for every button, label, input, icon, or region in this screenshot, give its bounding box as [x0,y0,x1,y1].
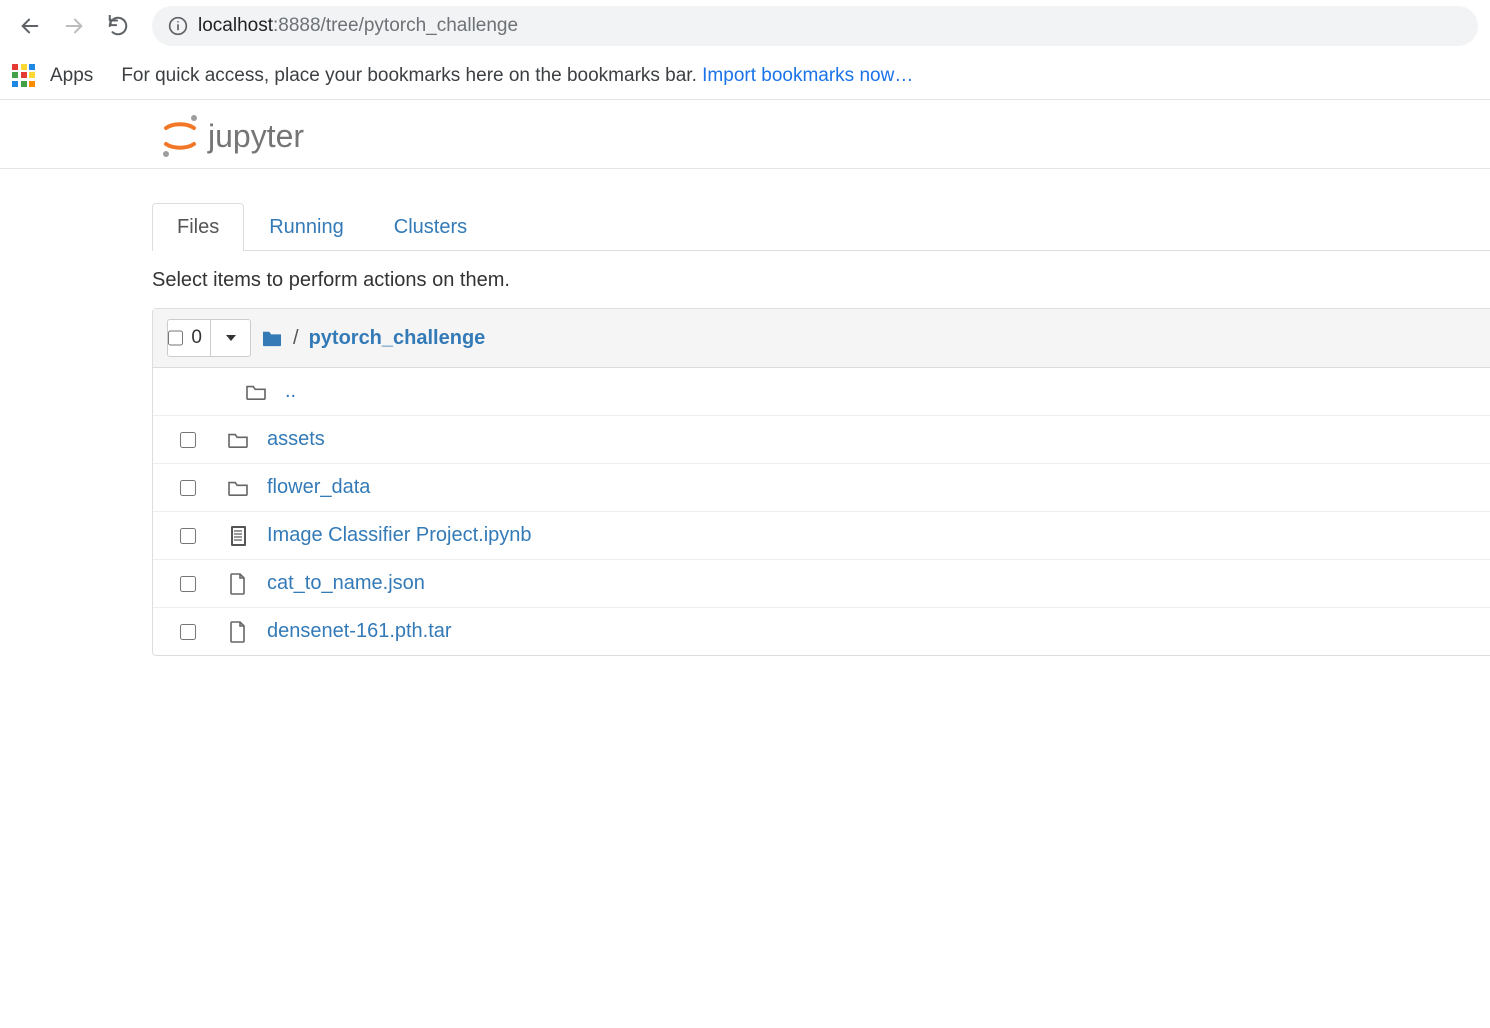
file-name[interactable]: Image Classifier Project.ipynb [267,524,532,547]
breadcrumb: / pytorch_challenge [261,327,485,350]
address-bar[interactable]: localhost:8888/tree/pytorch_challenge [152,6,1478,46]
browser-toolbar: localhost:8888/tree/pytorch_challenge [0,0,1490,52]
selected-count: 0 [191,327,210,349]
jupyter-header: jupyter [0,100,1490,169]
file-row: assets [153,416,1490,464]
breadcrumb-root-icon[interactable] [261,329,283,347]
file-icon [225,621,251,643]
back-button[interactable] [12,8,48,44]
file-row: Image Classifier Project.ipynb [153,512,1490,560]
select-all-checkbox[interactable]: 0 [168,320,210,356]
tab-clusters[interactable]: Clusters [369,203,492,251]
file-name[interactable]: .. [285,380,296,403]
file-icon [225,573,251,595]
arrow-right-icon [63,15,85,37]
notebook-icon [225,525,251,547]
file-row: cat_to_name.json [153,560,1490,608]
file-listing: 0 / pytorch_challenge .. assets [152,308,1490,656]
tab-bar: Files Running Clusters [0,169,1490,251]
jupyter-logo-text: jupyter [208,118,304,155]
row-checkbox[interactable] [180,432,196,448]
apps-icon[interactable] [12,64,36,88]
row-checkbox[interactable] [180,624,196,640]
import-bookmarks-link[interactable]: Import bookmarks now… [702,65,913,86]
reload-icon [107,15,129,37]
reload-button[interactable] [100,8,136,44]
url-path: :8888/tree/pytorch_challenge [273,15,518,36]
arrow-left-icon [19,15,41,37]
folder-outline-icon [225,479,251,497]
forward-button[interactable] [56,8,92,44]
folder-outline-icon [225,431,251,449]
file-row-parent[interactable]: .. [153,368,1490,416]
url-host: localhost [198,15,273,36]
jupyter-logo[interactable]: jupyter [160,114,1490,158]
file-row: flower_data [153,464,1490,512]
tab-files[interactable]: Files [152,203,244,251]
folder-icon [261,329,283,347]
file-name[interactable]: assets [267,428,325,451]
row-checkbox[interactable] [180,576,196,592]
select-all-group: 0 [167,319,251,357]
row-checkbox[interactable] [180,528,196,544]
site-info-icon[interactable] [168,16,188,36]
row-checkbox[interactable] [180,480,196,496]
action-hint: Select items to perform actions on them. [0,251,1490,308]
tab-running[interactable]: Running [244,203,369,251]
folder-outline-icon [243,383,269,401]
breadcrumb-current[interactable]: pytorch_challenge [309,327,486,350]
bookmarks-hint: For quick access, place your bookmarks h… [121,65,913,87]
file-name[interactable]: cat_to_name.json [267,572,425,595]
caret-down-icon [225,332,237,344]
file-name[interactable]: flower_data [267,476,370,499]
select-all-input[interactable] [168,330,183,346]
select-menu-button[interactable] [210,320,250,356]
file-row: densenet-161.pth.tar [153,608,1490,655]
breadcrumb-separator: / [293,327,299,350]
apps-label[interactable]: Apps [50,65,93,87]
url-text: localhost:8888/tree/pytorch_challenge [198,15,518,37]
bookmarks-bar: Apps For quick access, place your bookma… [0,52,1490,100]
jupyter-logo-icon [160,114,200,158]
file-name[interactable]: densenet-161.pth.tar [267,620,452,643]
breadcrumb-row: 0 / pytorch_challenge [153,309,1490,368]
